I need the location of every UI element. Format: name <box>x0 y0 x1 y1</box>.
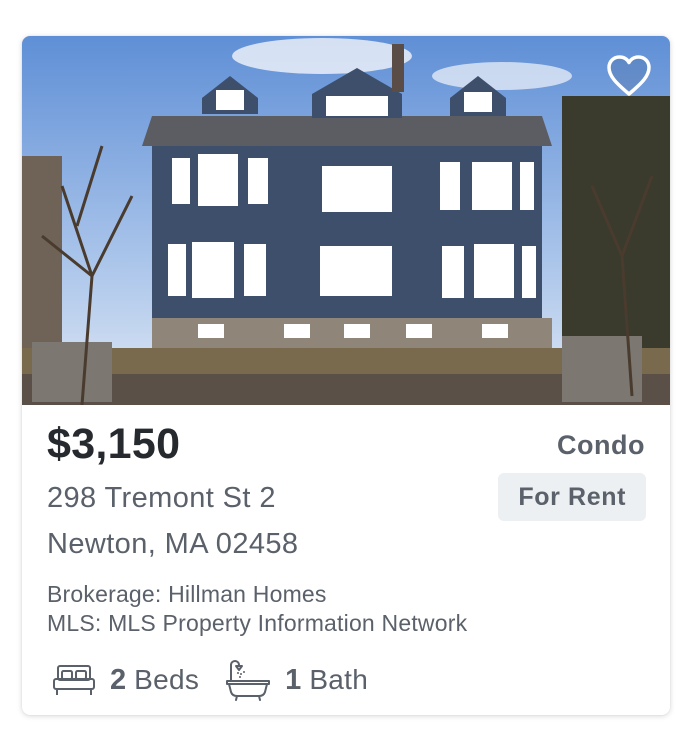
baths-count: 1 <box>285 663 302 696</box>
listing-price: $3,150 <box>47 420 181 468</box>
beds-feature: 2 Beds <box>52 662 199 698</box>
baths-feature: 1 Bath <box>225 659 368 701</box>
address-city[interactable]: Newton, MA 02458 <box>47 528 298 561</box>
address-street[interactable]: 298 Tremont St 2 <box>47 482 276 515</box>
beds-count: 2 <box>110 663 127 696</box>
listing-photo[interactable] <box>22 36 670 405</box>
bed-icon <box>53 665 95 695</box>
status-badge: For Rent <box>498 473 646 521</box>
property-type: Condo <box>557 430 645 460</box>
bathtub-icon <box>226 660 271 701</box>
beds-label: Beds <box>134 664 200 695</box>
features-row: 2 Beds 1 Bath <box>52 658 394 702</box>
brokerage-text: Brokerage: Hillman Homes <box>47 581 327 607</box>
heart-outline-icon[interactable] <box>606 54 652 98</box>
listing-card[interactable]: $3,150 Condo For Rent 298 Tremont St 2 N… <box>22 36 670 715</box>
baths-label: Bath <box>309 664 369 695</box>
mls-text: MLS: MLS Property Information Network <box>47 610 468 636</box>
